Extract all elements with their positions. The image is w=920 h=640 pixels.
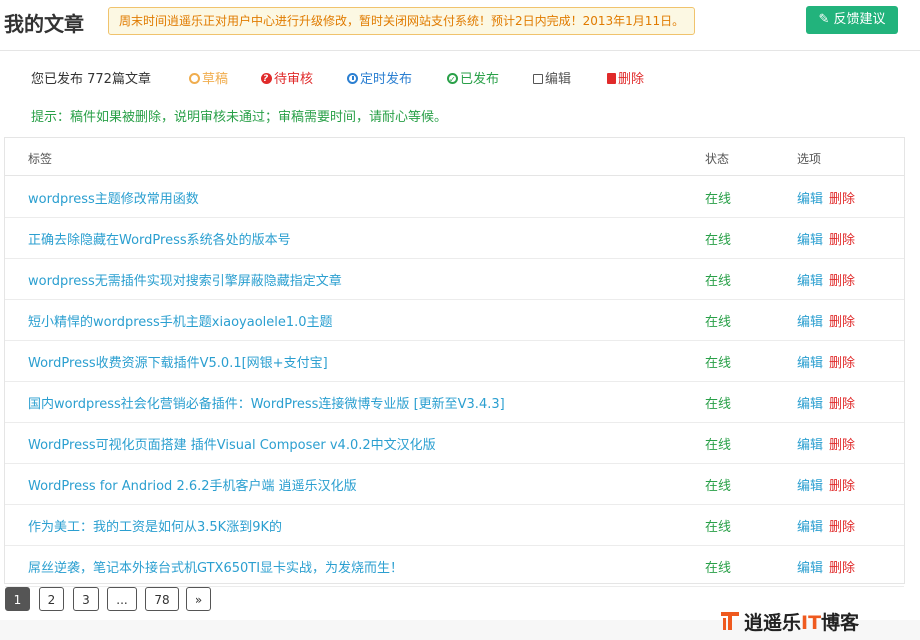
- review-hint: 提示：稿件如果被删除，说明审核未通过；审稿需要时间，请耐心等候。: [31, 110, 448, 125]
- delete-link[interactable]: 删除: [829, 229, 855, 248]
- maintenance-notice: 周末时间逍遥乐正对用户中心进行升级修改，暂时关闭网站支付系统！预计2日内完成！2…: [108, 7, 696, 35]
- delete-link[interactable]: 删除: [829, 557, 855, 576]
- article-title-link[interactable]: 国内wordpress社会化营销必备插件：WordPress连接微博专业版 [更…: [28, 393, 505, 412]
- edit-link[interactable]: 编辑: [797, 311, 823, 330]
- question-icon: [261, 70, 272, 88]
- filter-draft-label: 草稿: [202, 72, 229, 87]
- next-page-button[interactable]: »: [186, 587, 211, 611]
- status-label: 在线: [705, 233, 732, 248]
- status-label: 在线: [705, 192, 732, 207]
- filter-edit[interactable]: 编辑: [533, 71, 571, 89]
- watermark-text-end: 博客: [821, 612, 860, 634]
- status-label: 在线: [705, 356, 732, 371]
- table-row: WordPress收费资源下载插件V5.0.1[网银+支付宝] 在线 编辑 删除: [5, 340, 904, 382]
- published-count: 您已发布 772篇文章: [31, 72, 151, 87]
- edit-link[interactable]: 编辑: [797, 475, 823, 494]
- it-logo-icon: [721, 612, 739, 630]
- page-title: 我的文章: [4, 12, 84, 36]
- page-button[interactable]: 2: [39, 587, 64, 611]
- watermark-text-it: IT: [801, 612, 822, 634]
- table-row: 正确去除隐藏在WordPress系统各处的版本号 在线 编辑 删除: [5, 217, 904, 259]
- article-title-link[interactable]: 正确去除隐藏在WordPress系统各处的版本号: [28, 229, 291, 248]
- table-row: wordpress无需插件实现对搜索引擎屏蔽隐藏指定文章 在线 编辑 删除: [5, 258, 904, 300]
- page-button[interactable]: 3: [73, 587, 99, 611]
- watermark-text: 逍遥乐IT博客: [744, 608, 859, 635]
- table-row: WordPress可视化页面搭建 插件Visual Composer v4.0.…: [5, 422, 904, 464]
- status-label: 在线: [705, 520, 732, 535]
- filter-delete[interactable]: 删除: [607, 71, 644, 89]
- table-row: 作为美工：我的工资是如何从3.5K涨到9K的 在线 编辑 删除: [5, 504, 904, 546]
- article-title-link[interactable]: wordpress主题修改常用函数: [28, 188, 199, 207]
- article-title-link[interactable]: 屌丝逆袭，笔记本外接台式机GTX650TI显卡实战，为发烧而生！: [28, 557, 403, 576]
- edit-link[interactable]: 编辑: [797, 352, 823, 371]
- status-label: 在线: [705, 315, 732, 330]
- status-label: 在线: [705, 561, 732, 576]
- delete-link[interactable]: 删除: [829, 311, 855, 330]
- table-row: 屌丝逆袭，笔记本外接台式机GTX650TI显卡实战，为发烧而生！ 在线 编辑 删除: [5, 545, 904, 587]
- pencil-icon: ✎: [818, 12, 830, 27]
- filter-scheduled-label: 定时发布: [360, 72, 413, 87]
- filter-pending[interactable]: 待审核: [261, 70, 314, 89]
- delete-link[interactable]: 删除: [829, 188, 855, 207]
- article-title-link[interactable]: WordPress可视化页面搭建 插件Visual Composer v4.0.…: [28, 434, 436, 453]
- edit-link[interactable]: 编辑: [797, 270, 823, 289]
- filter-draft[interactable]: 草稿: [189, 71, 228, 89]
- article-title-link[interactable]: 短小精悍的wordpress手机主题xiaoyaolele1.0主题: [28, 311, 333, 330]
- edit-link[interactable]: 编辑: [797, 188, 823, 207]
- column-header-title: 标签: [28, 152, 53, 166]
- article-title-link[interactable]: WordPress收费资源下载插件V5.0.1[网银+支付宝]: [28, 352, 328, 371]
- table-header: 标签 状态 选项: [5, 138, 904, 176]
- table-row: WordPress for Andriod 2.6.2手机客户端 逍遥乐汉化版 在…: [5, 463, 904, 505]
- edit-link[interactable]: 编辑: [797, 516, 823, 535]
- status-label: 在线: [705, 479, 732, 494]
- filter-delete-label: 删除: [618, 72, 645, 87]
- edit-link[interactable]: 编辑: [797, 434, 823, 453]
- check-circle-icon: [447, 71, 458, 89]
- filter-published-label: 已发布: [460, 72, 500, 87]
- column-header-options: 选项: [797, 152, 822, 166]
- feedback-button[interactable]: ✎ 反馈建议: [806, 6, 898, 34]
- delete-link[interactable]: 删除: [829, 352, 855, 371]
- feedback-button-label: 反馈建议: [833, 12, 886, 27]
- table-row: wordpress主题修改常用函数 在线 编辑 删除: [5, 176, 904, 218]
- status-label: 在线: [705, 397, 732, 412]
- column-header-status: 状态: [705, 152, 730, 166]
- edit-link[interactable]: 编辑: [797, 229, 823, 248]
- delete-link[interactable]: 删除: [829, 516, 855, 535]
- delete-link[interactable]: 删除: [829, 270, 855, 289]
- watermark-text-main: 逍遥乐: [744, 612, 802, 634]
- circle-icon: [189, 73, 200, 84]
- article-title-link[interactable]: WordPress for Andriod 2.6.2手机客户端 逍遥乐汉化版: [28, 475, 357, 494]
- filter-edit-label: 编辑: [545, 72, 572, 87]
- page-header: 我的文章 周末时间逍遥乐正对用户中心进行升级修改，暂时关闭网站支付系统！预计2日…: [0, 0, 920, 51]
- clock-icon: [347, 73, 358, 84]
- page-ellipsis: ...: [107, 587, 137, 611]
- delete-link[interactable]: 删除: [829, 434, 855, 453]
- filter-published[interactable]: 已发布: [447, 71, 499, 89]
- edit-link[interactable]: 编辑: [797, 393, 823, 412]
- article-title-link[interactable]: 作为美工：我的工资是如何从3.5K涨到9K的: [28, 516, 282, 535]
- delete-link[interactable]: 删除: [829, 475, 855, 494]
- status-label: 在线: [705, 438, 732, 453]
- edit-icon: [533, 74, 543, 84]
- status-label: 在线: [705, 274, 732, 289]
- trash-icon: [607, 73, 616, 84]
- page-button[interactable]: 78: [145, 587, 179, 611]
- filter-scheduled[interactable]: 定时发布: [347, 71, 412, 89]
- delete-link[interactable]: 删除: [829, 393, 855, 412]
- article-title-link[interactable]: wordpress无需插件实现对搜索引擎屏蔽隐藏指定文章: [28, 270, 342, 289]
- page-button[interactable]: 1: [5, 587, 30, 611]
- edit-link[interactable]: 编辑: [797, 557, 823, 576]
- table-row: 短小精悍的wordpress手机主题xiaoyaolele1.0主题 在线 编辑 删除: [5, 299, 904, 341]
- articles-table: 标签 状态 选项 wordpress主题修改常用函数 在线 编辑 删除 正确去除隐藏在W…: [4, 137, 905, 587]
- filter-pending-label: 待审核: [274, 72, 314, 87]
- table-row: 国内wordpress社会化营销必备插件：WordPress连接微博专业版 [更…: [5, 381, 904, 423]
